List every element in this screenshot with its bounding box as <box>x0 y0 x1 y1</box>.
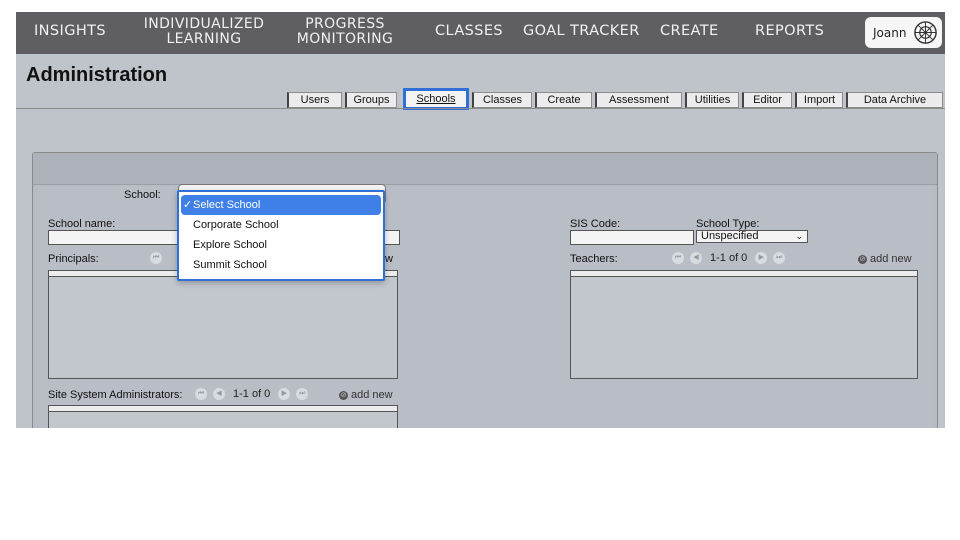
tab-import[interactable]: Import <box>795 92 843 108</box>
page-viewport: INSIGHTS INDIVIDUALIZED LEARNING PROGRES… <box>16 12 945 428</box>
app-root: INSIGHTS INDIVIDUALIZED LEARNING PROGRES… <box>0 0 960 540</box>
add-icon: ⊘ <box>339 390 348 400</box>
tab-groups[interactable]: Groups <box>345 92 397 108</box>
teachers-add-new[interactable]: ⊘ add new <box>858 253 912 265</box>
school-option-explore[interactable]: Explore School <box>181 235 381 255</box>
teachers-list[interactable] <box>570 270 918 379</box>
site-admins-add-new-label: add new <box>351 389 393 401</box>
site-admins-label: Site System Administrators: <box>48 389 183 401</box>
site-admins-add-new[interactable]: ⊘ add new <box>339 389 393 401</box>
teachers-pager: ⏮ ◀ 1-1 of 0 ▶ ⏭ <box>672 252 791 264</box>
prev-page-icon[interactable]: ◀ <box>690 252 702 264</box>
first-page-icon[interactable]: ⏮ <box>672 252 684 264</box>
nav-classes[interactable]: CLASSES <box>435 24 503 39</box>
principals-pager: ⏮ <box>150 252 168 264</box>
sis-code-label: SIS Code: <box>570 218 621 230</box>
school-type-select[interactable]: Unspecified ⌄ <box>696 230 808 243</box>
school-type-label: School Type: <box>696 218 760 230</box>
user-name: Joann <box>873 25 907 40</box>
principals-list[interactable] <box>48 270 398 379</box>
site-admins-pager: ⏮ ◀ 1-1 of 0 ▶ ⏭ <box>195 388 314 400</box>
user-menu-button[interactable]: Joann <box>865 17 942 48</box>
panel-header <box>33 153 937 185</box>
sis-code-field[interactable] <box>570 230 694 245</box>
tab-create[interactable]: Create <box>535 92 592 108</box>
tab-schools[interactable]: Schools <box>403 88 469 110</box>
chevron-down-icon: ⌄ <box>795 231 803 241</box>
tab-underline <box>16 108 945 109</box>
tab-utilities[interactable]: Utilities <box>685 92 739 108</box>
principals-add-new-partial[interactable]: w <box>385 253 393 265</box>
first-page-icon[interactable]: ⏮ <box>195 388 207 400</box>
prev-page-icon[interactable]: ◀ <box>213 388 225 400</box>
nav-individualized-line1: INDIVIDUALIZED <box>143 16 265 32</box>
tab-assessment[interactable]: Assessment <box>595 92 682 108</box>
page-title: Administration <box>26 64 168 86</box>
school-type-value: Unspecified <box>701 230 759 242</box>
nav-progress-line2: MONITORING <box>296 31 394 47</box>
school-option-label: Select School <box>193 199 261 211</box>
add-icon: ⊘ <box>858 254 867 264</box>
tab-classes[interactable]: Classes <box>472 92 532 108</box>
site-admins-count: 1-1 of 0 <box>233 388 271 400</box>
tab-users[interactable]: Users <box>287 92 342 108</box>
nav-reports[interactable]: REPORTS <box>755 24 824 39</box>
top-navigation: INSIGHTS INDIVIDUALIZED LEARNING PROGRES… <box>16 12 945 54</box>
next-page-icon[interactable]: ▶ <box>278 388 291 400</box>
teachers-list-header <box>571 271 917 277</box>
checkmark-icon: ✓ <box>183 199 193 211</box>
nav-progress-line1: PROGRESS <box>305 16 385 32</box>
teachers-label: Teachers: <box>570 253 618 265</box>
tab-data-archive[interactable]: Data Archive <box>846 92 943 108</box>
school-option-select-school[interactable]: ✓Select School <box>181 195 381 215</box>
school-dropdown-menu: ✓Select School Corporate School Explore … <box>177 190 385 281</box>
avatar-icon <box>914 21 937 44</box>
principals-label: Principals: <box>48 253 99 265</box>
school-option-corporate[interactable]: Corporate School <box>181 215 381 235</box>
last-page-icon[interactable]: ⏭ <box>296 388 309 400</box>
site-admins-list-header <box>49 406 397 412</box>
school-label: School: <box>124 189 161 201</box>
site-admins-list[interactable] <box>48 405 398 428</box>
school-name-label: School name: <box>48 218 116 230</box>
next-page-icon[interactable]: ▶ <box>755 252 768 264</box>
school-option-summit[interactable]: Summit School <box>181 255 381 275</box>
nav-insights[interactable]: INSIGHTS <box>34 24 106 39</box>
last-page-icon[interactable]: ⏭ <box>773 252 786 264</box>
nav-goal-tracker[interactable]: GOAL TRACKER <box>523 24 640 39</box>
nav-progress-monitoring[interactable]: PROGRESS MONITORING <box>293 17 397 47</box>
teachers-count: 1-1 of 0 <box>710 252 748 264</box>
teachers-add-new-label: add new <box>870 253 912 265</box>
nav-individualized-learning[interactable]: INDIVIDUALIZED LEARNING <box>130 17 278 47</box>
tab-editor[interactable]: Editor <box>742 92 792 108</box>
nav-individualized-line2: LEARNING <box>166 31 242 47</box>
first-page-icon[interactable]: ⏮ <box>150 252 162 264</box>
nav-create[interactable]: CREATE <box>660 24 719 39</box>
